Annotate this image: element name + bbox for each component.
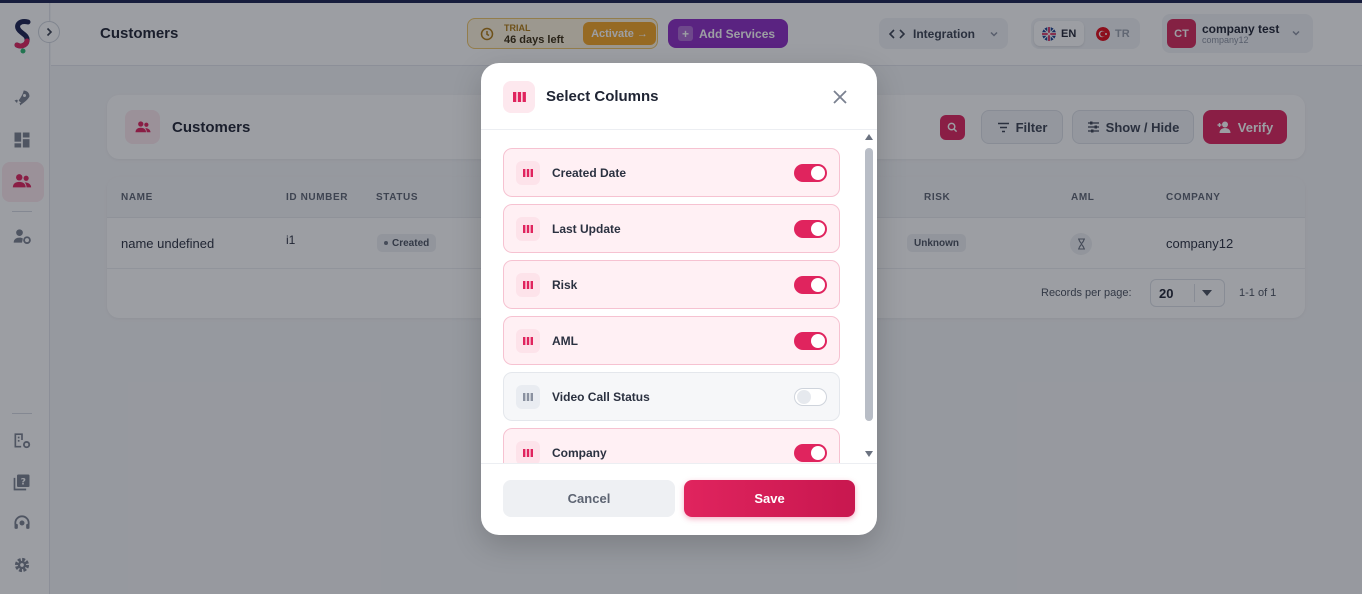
toggle-switch[interactable]: [794, 164, 827, 182]
column-list: Created Date Last Update Risk AML Video …: [481, 130, 877, 463]
column-option-company[interactable]: Company: [503, 428, 840, 463]
columns-icon: [503, 81, 535, 113]
columns-icon: [516, 217, 540, 241]
toggle-knob: [797, 390, 811, 404]
toggle-knob: [811, 446, 825, 460]
save-button[interactable]: Save: [684, 480, 855, 517]
columns-icon: [516, 385, 540, 409]
toggle-switch[interactable]: [794, 388, 827, 406]
scrollbar[interactable]: [864, 134, 874, 458]
column-option-last-update[interactable]: Last Update: [503, 204, 840, 253]
column-option-label: Video Call Status: [552, 390, 650, 404]
toggle-switch[interactable]: [794, 276, 827, 294]
column-option-label: Risk: [552, 278, 578, 292]
cancel-button[interactable]: Cancel: [503, 480, 675, 517]
columns-icon: [516, 161, 540, 185]
close-button[interactable]: [830, 87, 850, 107]
column-option-label: Last Update: [552, 222, 621, 236]
toggle-knob: [811, 278, 825, 292]
column-option-label: Created Date: [552, 166, 627, 180]
scroll-up-arrow[interactable]: [865, 134, 873, 140]
column-option-created-date[interactable]: Created Date: [503, 148, 840, 197]
column-option-label: Company: [552, 446, 607, 460]
toggle-knob: [811, 334, 825, 348]
modal-title: Select Columns: [546, 88, 659, 105]
toggle-knob: [811, 222, 825, 236]
columns-icon: [516, 329, 540, 353]
toggle-switch[interactable]: [794, 444, 827, 462]
column-option-aml[interactable]: AML: [503, 316, 840, 365]
scroll-down-arrow[interactable]: [865, 451, 873, 457]
columns-icon: [516, 273, 540, 297]
close-icon: [833, 90, 847, 104]
toggle-knob: [811, 166, 825, 180]
column-option-label: AML: [552, 334, 578, 348]
columns-icon: [516, 441, 540, 463]
column-option-risk[interactable]: Risk: [503, 260, 840, 309]
toggle-switch[interactable]: [794, 332, 827, 350]
modal-footer-divider: [481, 463, 877, 464]
scrollbar-thumb[interactable]: [865, 148, 873, 421]
select-columns-modal: Select Columns Created Date Last Update …: [481, 63, 877, 535]
column-option-video-call-status[interactable]: Video Call Status: [503, 372, 840, 421]
toggle-switch[interactable]: [794, 220, 827, 238]
